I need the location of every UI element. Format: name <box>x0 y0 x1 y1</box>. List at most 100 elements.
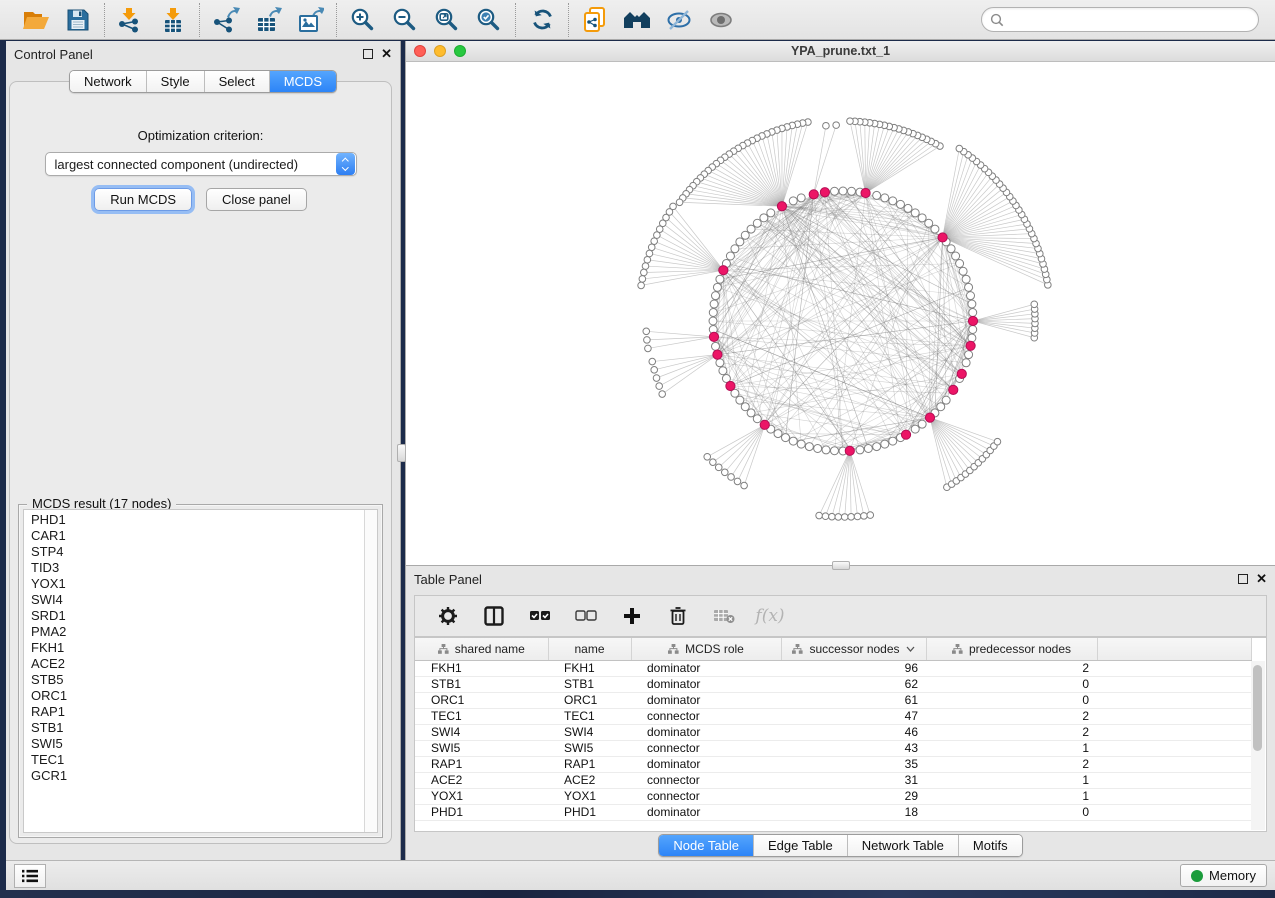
mcds-result-item[interactable]: STP4 <box>24 544 363 560</box>
graph-leaf-node[interactable] <box>646 250 653 257</box>
graph-node[interactable] <box>716 275 724 283</box>
graph-node[interactable] <box>774 430 782 438</box>
tab-edge-table[interactable]: Edge Table <box>754 835 848 856</box>
table-cell[interactable]: 62 <box>781 676 926 692</box>
clone-network-button[interactable] <box>578 4 612 36</box>
graph-node[interactable] <box>931 225 939 233</box>
graph-leaf-node[interactable] <box>644 256 651 263</box>
mcds-result-item[interactable]: CAR1 <box>24 528 363 544</box>
tab-style[interactable]: Style <box>147 71 205 92</box>
table-cell[interactable]: PHD1 <box>548 804 631 820</box>
mcds-hub-node[interactable] <box>845 446 854 455</box>
table-cell[interactable]: 2 <box>926 756 1097 772</box>
network-graph[interactable] <box>406 62 1274 564</box>
mcds-hub-node[interactable] <box>820 188 829 197</box>
table-cell[interactable]: connector <box>631 788 781 804</box>
mcds-hub-node[interactable] <box>709 332 718 341</box>
mcds-hub-node[interactable] <box>966 341 975 350</box>
save-session-button[interactable] <box>61 4 95 36</box>
table-cell[interactable]: 0 <box>926 692 1097 708</box>
graph-leaf-node[interactable] <box>710 459 717 466</box>
graph-node[interactable] <box>967 292 975 300</box>
mcds-result-item[interactable]: YOX1 <box>24 576 363 592</box>
graph-node[interactable] <box>753 219 761 227</box>
mcds-hub-node[interactable] <box>760 420 769 429</box>
graph-node[interactable] <box>925 219 933 227</box>
open-session-button[interactable] <box>19 4 53 36</box>
graph-leaf-node[interactable] <box>822 513 829 520</box>
table-settings-button[interactable] <box>435 603 461 629</box>
show-panels-button[interactable] <box>14 864 46 888</box>
table-cell[interactable]: ORC1 <box>415 692 548 708</box>
graph-node[interactable] <box>797 194 805 202</box>
table-cell[interactable]: 61 <box>781 692 926 708</box>
table-cell[interactable]: STB1 <box>415 676 548 692</box>
table-cell[interactable]: SWI5 <box>415 740 548 756</box>
delete-button[interactable] <box>665 603 691 629</box>
mcds-list-scrollbar[interactable] <box>364 510 377 832</box>
graph-leaf-node[interactable] <box>653 375 660 382</box>
column-header-name[interactable]: name <box>548 638 631 660</box>
control-panel-float-button[interactable] <box>363 49 373 59</box>
table-cell[interactable]: dominator <box>631 676 781 692</box>
graph-leaf-node[interactable] <box>829 513 836 520</box>
graph-node[interactable] <box>782 434 790 442</box>
mcds-result-item[interactable]: STB5 <box>24 672 363 688</box>
graph-node[interactable] <box>753 415 761 423</box>
table-cell[interactable]: 46 <box>781 724 926 740</box>
table-cell[interactable]: 2 <box>926 724 1097 740</box>
graph-node[interactable] <box>710 300 718 308</box>
graph-leaf-node[interactable] <box>833 122 840 129</box>
graph-node[interactable] <box>805 443 813 451</box>
mcds-result-item[interactable]: STB1 <box>24 720 363 736</box>
graph-node[interactable] <box>962 359 970 367</box>
table-row[interactable]: PHD1PHD1dominator180 <box>415 804 1251 820</box>
graph-node[interactable] <box>969 326 977 334</box>
table-cell[interactable]: dominator <box>631 804 781 820</box>
graph-node[interactable] <box>959 267 967 275</box>
table-cell[interactable]: connector <box>631 772 781 788</box>
table-cell[interactable]: dominator <box>631 660 781 676</box>
table-cell[interactable]: FKH1 <box>415 660 548 676</box>
graph-node[interactable] <box>947 245 955 253</box>
table-row[interactable]: FKH1FKH1dominator962 <box>415 660 1251 676</box>
column-header-shared-name[interactable]: shared name <box>415 638 548 660</box>
apply-layout-button[interactable] <box>525 4 559 36</box>
close-panel-button[interactable]: Close panel <box>206 188 307 211</box>
graph-leaf-node[interactable] <box>841 514 848 521</box>
graph-leaf-node[interactable] <box>676 199 683 206</box>
search-field[interactable] <box>981 7 1259 32</box>
graph-node[interactable] <box>904 204 912 212</box>
graph-node[interactable] <box>747 409 755 417</box>
graph-node[interactable] <box>889 437 897 445</box>
graph-node[interactable] <box>822 446 830 454</box>
mcds-hub-node[interactable] <box>925 413 934 422</box>
mcds-result-item[interactable]: RAP1 <box>24 704 363 720</box>
run-mcds-button[interactable]: Run MCDS <box>94 188 192 211</box>
graph-leaf-node[interactable] <box>659 391 666 398</box>
table-row[interactable]: TEC1TEC1connector472 <box>415 708 1251 724</box>
graph-node[interactable] <box>873 191 881 199</box>
graph-leaf-node[interactable] <box>823 122 830 129</box>
graph-leaf-node[interactable] <box>639 276 646 283</box>
select-all-button[interactable] <box>527 603 553 629</box>
mcds-result-item[interactable]: ORC1 <box>24 688 363 704</box>
graph-leaf-node[interactable] <box>643 328 650 335</box>
table-cell[interactable]: 96 <box>781 660 926 676</box>
graph-node[interactable] <box>719 367 727 375</box>
graph-node[interactable] <box>856 446 864 454</box>
horizontal-splitter-handle[interactable] <box>832 561 850 570</box>
graph-node[interactable] <box>896 200 904 208</box>
graph-leaf-node[interactable] <box>651 238 658 245</box>
graph-leaf-node[interactable] <box>648 244 655 251</box>
mcds-result-item[interactable]: PHD1 <box>24 512 363 528</box>
mcds-result-list[interactable]: PHD1CAR1STP4TID3YOX1SWI4SRD1PMA2FKH1ACE2… <box>23 509 378 833</box>
graph-node[interactable] <box>711 342 719 350</box>
table-cell[interactable]: 31 <box>781 772 926 788</box>
table-cell[interactable]: RAP1 <box>415 756 548 772</box>
table-cell[interactable]: SWI4 <box>548 724 631 740</box>
mcds-result-item[interactable]: PMA2 <box>24 624 363 640</box>
graph-node[interactable] <box>767 209 775 217</box>
graph-leaf-node[interactable] <box>638 282 645 289</box>
column-header-MCDS-role[interactable]: MCDS role <box>631 638 781 660</box>
